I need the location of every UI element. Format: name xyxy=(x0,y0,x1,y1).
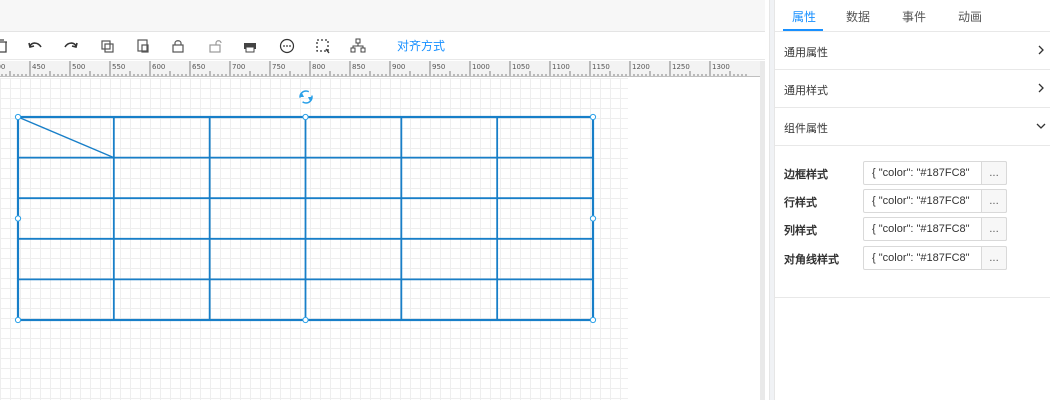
undo-icon[interactable] xyxy=(25,36,45,56)
table-component[interactable] xyxy=(0,78,628,400)
prop-row-diagonal-style: 对角线样式 { "color": "#187FC8" ... xyxy=(784,246,1050,270)
ruler-label: 1000 xyxy=(472,63,490,71)
horizontal-ruler: 400 450 500 550 600 650 700 750 800 850 900 950 1000… xyxy=(0,61,760,77)
prop-label: 边框样式 xyxy=(784,168,828,181)
section-component-attributes[interactable]: 组件属性 xyxy=(775,108,1050,146)
section-general-styles[interactable]: 通用样式 xyxy=(775,70,1050,108)
section-title: 通用样式 xyxy=(784,84,828,97)
chevron-right-icon xyxy=(1038,83,1044,93)
paste-icon[interactable] xyxy=(133,36,153,56)
ruler-label: 650 xyxy=(192,63,205,71)
ruler-label: 850 xyxy=(352,63,365,71)
rotate-handle-icon[interactable] xyxy=(299,90,313,104)
copy-icon[interactable] xyxy=(97,36,117,56)
active-tab-indicator xyxy=(783,29,823,31)
app-root: 对齐方式 400 450 500 550 600 650 700 750 800 850 900 95… xyxy=(0,0,1050,400)
lock-icon[interactable] xyxy=(168,36,188,56)
top-bar xyxy=(0,0,765,32)
border-style-edit-button[interactable]: ... xyxy=(981,161,1007,185)
prop-label: 列样式 xyxy=(784,224,817,237)
ruler-label: 750 xyxy=(272,63,285,71)
tree-icon[interactable] xyxy=(348,36,368,56)
ruler-label: 800 xyxy=(312,63,325,71)
unlock-icon[interactable] xyxy=(205,36,225,56)
section-general-attributes[interactable]: 通用属性 xyxy=(775,32,1050,70)
prop-label: 行样式 xyxy=(784,196,817,209)
resize-handle[interactable] xyxy=(589,215,597,222)
ruler-label: 1150 xyxy=(592,63,610,71)
resize-handle[interactable] xyxy=(14,316,22,324)
more-circle-icon[interactable] xyxy=(277,36,297,56)
toolbar: 对齐方式 xyxy=(0,32,765,60)
canvas-margin xyxy=(628,78,760,400)
ruler-label: 400 xyxy=(0,63,5,71)
panel-tabs: 属性 数据 事件 动画 xyxy=(775,0,1050,32)
delete-icon[interactable] xyxy=(0,36,12,56)
resize-handle[interactable] xyxy=(589,316,597,324)
ruler-label: 550 xyxy=(112,63,125,71)
resize-handle[interactable] xyxy=(302,113,309,121)
tab-attributes[interactable]: 属性 xyxy=(792,8,816,25)
table-diagonal-line xyxy=(17,116,115,159)
ruler-ticks: 400 450 500 550 600 650 700 750 800 850 900 950 1000… xyxy=(0,61,747,76)
tab-animation[interactable]: 动画 xyxy=(958,8,982,25)
section-title: 组件属性 xyxy=(784,122,828,135)
ruler-label: 500 xyxy=(72,63,85,71)
prop-row-column-style: 列样式 { "color": "#187FC8" ... xyxy=(784,217,1050,241)
resize-handle[interactable] xyxy=(302,316,309,324)
ruler-label: 450 xyxy=(32,63,45,71)
redo-icon[interactable] xyxy=(61,36,81,56)
ruler-label: 700 xyxy=(232,63,245,71)
vertical-scrollbar[interactable] xyxy=(760,61,765,400)
chevron-down-icon xyxy=(1036,123,1046,129)
prop-row-border-style: 边框样式 { "color": "#187FC8" ... xyxy=(784,161,1050,185)
ruler-label: 1200 xyxy=(632,63,650,71)
ruler-label: 900 xyxy=(392,63,405,71)
prop-row-row-style: 行样式 { "color": "#187FC8" ... xyxy=(784,189,1050,213)
ruler-label: 1050 xyxy=(512,63,530,71)
chevron-right-icon xyxy=(1038,45,1044,55)
editor-area: 对齐方式 400 450 500 550 600 650 700 750 800 850 900 95… xyxy=(0,0,765,400)
print-icon[interactable] xyxy=(240,36,260,56)
ruler-label: 1300 xyxy=(712,63,730,71)
ruler-label: 1100 xyxy=(552,63,570,71)
align-button[interactable]: 对齐方式 xyxy=(397,37,445,54)
prop-label: 对角线样式 xyxy=(784,253,839,266)
resize-handle[interactable] xyxy=(14,215,22,222)
column-style-edit-button[interactable]: ... xyxy=(981,217,1007,241)
component-properties: 边框样式 { "color": "#187FC8" ... 行样式 { "col… xyxy=(775,146,1050,298)
tab-events[interactable]: 事件 xyxy=(902,8,926,25)
select-region-icon[interactable] xyxy=(313,36,333,56)
resize-handle[interactable] xyxy=(589,113,597,121)
properties-panel: 属性 数据 事件 动画 通用属性 通用样式 组件属性 边框样式 { "color… xyxy=(775,0,1050,400)
tab-data[interactable]: 数据 xyxy=(846,8,870,25)
resize-handle[interactable] xyxy=(14,113,22,121)
ruler-label: 600 xyxy=(152,63,165,71)
ruler-label: 950 xyxy=(432,63,445,71)
ruler-label: 1250 xyxy=(672,63,690,71)
diagonal-style-edit-button[interactable]: ... xyxy=(981,246,1007,270)
section-title: 通用属性 xyxy=(784,46,828,59)
row-style-edit-button[interactable]: ... xyxy=(981,189,1007,213)
